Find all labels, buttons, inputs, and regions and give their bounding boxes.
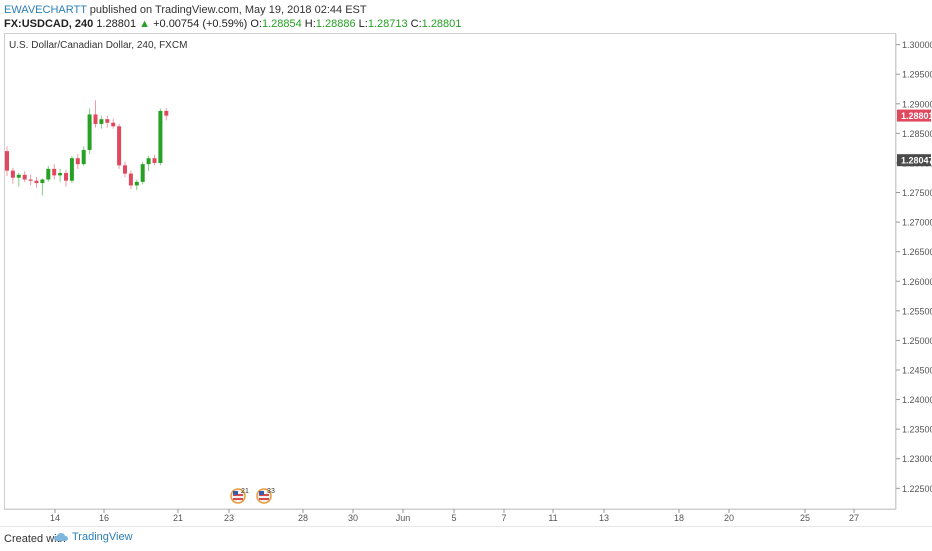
- candle-body: [128, 173, 133, 186]
- y-tick-label: 1.26500: [902, 247, 932, 257]
- price-label-text: 1.28047: [901, 156, 932, 166]
- x-tick-label: Jun: [396, 513, 411, 523]
- candle-body: [28, 179, 33, 181]
- y-tick-label: 1.25000: [902, 336, 932, 346]
- x-tick-label: 28: [298, 513, 308, 523]
- y-tick-label: 1.28500: [902, 129, 932, 139]
- x-tick-label: 11: [548, 513, 557, 523]
- candle-body: [164, 110, 169, 116]
- y-tick-label: 1.23000: [902, 454, 932, 464]
- y-tick-label: 1.22500: [902, 484, 932, 494]
- x-tick-label: 25: [800, 513, 810, 523]
- y-tick-label: 1.27000: [902, 218, 932, 228]
- candle-body: [87, 114, 92, 150]
- event-label: 3: [271, 488, 275, 495]
- x-tick-label: 7: [501, 513, 506, 523]
- price-label-text: 1.28801: [901, 111, 932, 121]
- candle-body: [10, 170, 15, 178]
- event-label: 1: [245, 488, 249, 495]
- candle-body: [34, 180, 39, 184]
- candle-body: [111, 122, 116, 127]
- candle-body: [123, 165, 127, 174]
- flag-stripe: [233, 498, 243, 500]
- candle-body: [105, 119, 110, 123]
- tradingview-brand: TradingView: [72, 531, 133, 543]
- x-tick-label: 16: [99, 513, 109, 523]
- y-tick-label: 1.24500: [902, 365, 932, 375]
- x-tick-label: 5: [451, 513, 456, 523]
- candle-body: [158, 110, 163, 163]
- footer: Created with TradingView: [0, 526, 932, 551]
- candle-body: [117, 126, 122, 166]
- x-tick-label: 21: [173, 513, 183, 523]
- y-tick-label: 1.25500: [902, 306, 932, 316]
- candle-body: [146, 158, 151, 165]
- candle-body: [93, 114, 98, 124]
- tradingview-cloud-icon: [54, 533, 68, 541]
- y-tick-label: 1.26000: [902, 277, 932, 287]
- y-tick-label: 1.29500: [902, 70, 932, 80]
- x-tick-label: 13: [599, 513, 609, 523]
- tradingview-link[interactable]: TradingView: [54, 531, 133, 543]
- x-tick-label: 23: [224, 513, 234, 523]
- y-tick-label: 1.30000: [902, 40, 932, 50]
- y-tick-label: 1.24000: [902, 395, 932, 405]
- candle-body: [75, 158, 80, 165]
- candle-body: [58, 173, 63, 176]
- x-tick-label: 20: [724, 513, 734, 523]
- y-tick-label: 1.23500: [902, 425, 932, 435]
- candle-body: [16, 174, 21, 178]
- candle-body: [40, 179, 45, 184]
- x-tick-label: 27: [849, 513, 859, 523]
- candle-body: [152, 158, 157, 163]
- candle-body: [22, 174, 27, 180]
- y-tick-label: 1.27500: [902, 188, 932, 198]
- candle-body: [140, 164, 145, 182]
- flag-canton: [259, 491, 264, 495]
- flag-canton: [233, 491, 238, 495]
- x-tick-label: 14: [50, 513, 60, 523]
- candle-body: [5, 151, 9, 171]
- candle-body: [46, 168, 51, 180]
- candle-body: [134, 181, 139, 186]
- candle-body: [99, 119, 104, 124]
- y-tick-label: 1.29000: [902, 99, 932, 109]
- price-chart[interactable]: 1.300001.295001.290001.285001.280001.275…: [0, 0, 932, 526]
- candle-body: [81, 149, 86, 165]
- x-tick-label: 30: [348, 513, 358, 523]
- candle-body: [52, 168, 57, 176]
- candle-body: [69, 158, 74, 181]
- candle-body: [64, 173, 68, 181]
- x-tick-label: 18: [674, 513, 684, 523]
- flag-stripe: [259, 498, 269, 500]
